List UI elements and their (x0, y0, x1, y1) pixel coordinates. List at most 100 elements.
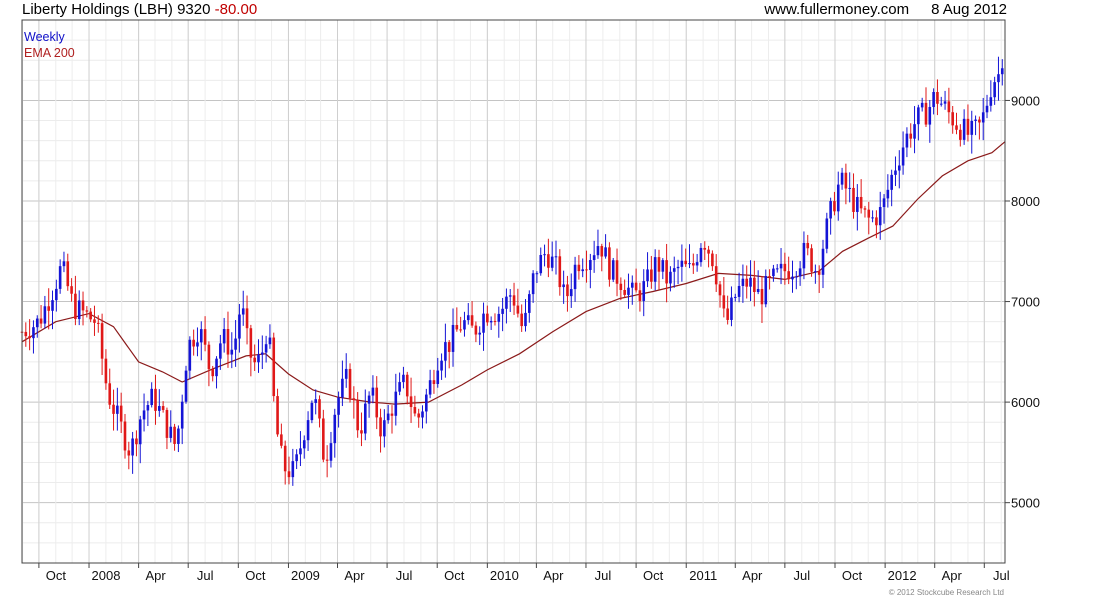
candle-body (314, 399, 318, 403)
candle-body (726, 308, 729, 320)
candle-body (177, 428, 180, 444)
candle-up (962, 109, 966, 145)
candle-up (737, 272, 741, 303)
candle-down (375, 376, 379, 430)
candle-body (203, 329, 207, 345)
candle-body (371, 387, 375, 396)
candle-up (482, 302, 485, 351)
candle-body (386, 413, 390, 421)
candle-body (81, 300, 85, 311)
candle-down (951, 105, 954, 134)
candle-down (127, 441, 131, 470)
candle-body (463, 320, 466, 330)
candlesticks (20, 56, 1004, 486)
candle-down (417, 408, 420, 428)
candle-body (676, 266, 680, 269)
candle-body (955, 125, 958, 130)
candle-body (619, 283, 623, 290)
candle-body (711, 253, 714, 267)
candle-body (634, 282, 638, 291)
candle-body (547, 254, 550, 268)
legend-ema: EMA 200 (24, 46, 75, 60)
candle-body (276, 396, 279, 435)
y-axis: 5000 6000 7000 8000 9000 (1005, 93, 1040, 511)
candle-body (47, 306, 51, 311)
candle-up (344, 353, 348, 388)
y-tick-label: 6000 (1011, 395, 1040, 410)
candle-body (165, 409, 169, 438)
candle-body (451, 324, 455, 352)
candle-body (131, 438, 134, 456)
candle-body (379, 417, 382, 437)
candle-down (512, 282, 516, 315)
candle-down (108, 368, 112, 409)
candle-up (257, 339, 260, 373)
candle-down (753, 260, 756, 307)
candle-body (688, 263, 691, 265)
candle-up (440, 353, 443, 380)
candle-body (573, 264, 577, 290)
candle-body (539, 254, 543, 274)
candle-body (856, 196, 859, 212)
candle-down (100, 313, 104, 376)
candle-down (978, 116, 981, 140)
candle-up (428, 369, 432, 399)
candle-down (623, 279, 626, 298)
candle-body (760, 288, 764, 305)
x-tick-label: Jul (993, 568, 1010, 583)
candle-up (997, 56, 1000, 101)
candle-body (928, 106, 932, 125)
candle-up (363, 389, 367, 441)
candle-body (428, 380, 432, 395)
candle-body (920, 102, 924, 108)
candle-body (74, 293, 77, 320)
candle-body (630, 282, 634, 288)
candle-up (524, 299, 527, 332)
candle-body (287, 471, 291, 478)
candle-up (627, 273, 630, 309)
candle-up (268, 324, 272, 349)
candle-body (318, 399, 321, 419)
candle-body (665, 260, 668, 284)
candle-body (43, 306, 47, 324)
candle-body (661, 260, 665, 272)
candle-body (886, 189, 890, 199)
x-axis: Oct 2008 Apr Jul Oct 2009 Apr Jul Oct 2010 Apr Jul O… (38, 563, 1010, 583)
candle-body (108, 383, 112, 405)
website-link[interactable]: www.fullermoney.com (764, 1, 909, 18)
candle-body (257, 354, 260, 363)
candle-down (85, 306, 89, 318)
candle-body (196, 342, 199, 347)
candle-body (497, 313, 501, 322)
candle-body (772, 268, 775, 277)
x-tick-label: 2008 (92, 568, 121, 583)
candle-down (413, 395, 417, 417)
candle-up (463, 311, 466, 337)
candle-down (711, 250, 714, 271)
candle-body (722, 295, 726, 309)
candle-up (589, 253, 592, 289)
candle-body (85, 310, 89, 312)
candle-body (158, 406, 161, 411)
candle-down (470, 301, 474, 328)
candle-body (302, 440, 306, 449)
candle-body (119, 405, 123, 422)
candle-body (238, 314, 241, 339)
candle-down (936, 79, 939, 116)
x-tick-label: Oct (46, 568, 67, 583)
candle-body (489, 320, 493, 323)
candle-body (116, 405, 119, 414)
candle-up (383, 409, 386, 448)
candle-up (611, 257, 615, 283)
candle-body (173, 426, 176, 444)
candle-body (737, 285, 741, 297)
candle-body (932, 91, 935, 107)
candle-body (817, 271, 821, 275)
candle-down (665, 243, 668, 303)
candle-up (184, 365, 188, 404)
candle-body (703, 247, 707, 250)
candle-body (581, 269, 585, 272)
candle-body (596, 246, 600, 256)
candle-down (558, 249, 562, 296)
candle-down (207, 341, 211, 387)
